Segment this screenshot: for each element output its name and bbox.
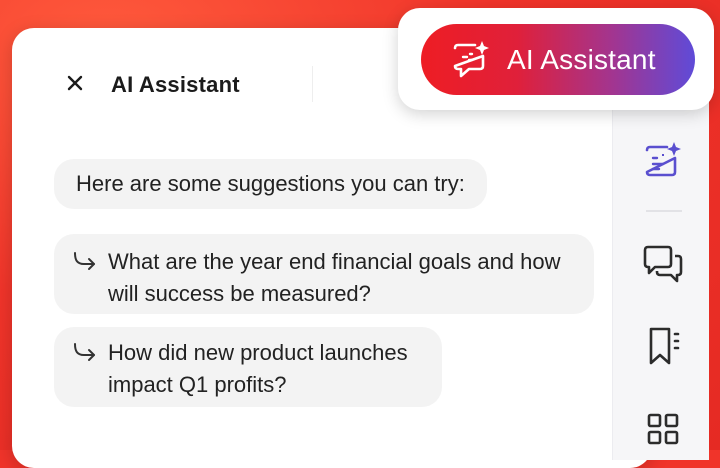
arrow-return-icon (72, 337, 108, 369)
rail-comments[interactable] (639, 240, 687, 288)
rail-ai-assistant[interactable] (639, 136, 687, 184)
suggestion-item[interactable]: What are the year end financial goals an… (54, 234, 594, 314)
assistant-message-text: Here are some suggestions you can try: (76, 171, 465, 196)
rail-divider (646, 210, 682, 212)
close-icon (67, 75, 83, 91)
rail-bookmarks[interactable] (639, 322, 687, 370)
thumbnails-grid-icon (647, 413, 679, 445)
comments-icon (643, 245, 683, 283)
suggestion-text: How did new product launches impact Q1 p… (108, 340, 408, 397)
panel-title: AI Assistant (111, 72, 240, 97)
ai-chat-sparkle-icon (447, 36, 495, 84)
rail-thumbnails[interactable] (639, 405, 687, 453)
ai-assistant-button-label: AI Assistant (507, 43, 656, 75)
close-button[interactable] (62, 70, 88, 96)
assistant-message: Here are some suggestions you can try: (54, 159, 487, 209)
ai-assistant-button[interactable]: AI Assistant (421, 24, 695, 95)
arrow-return-icon (72, 246, 108, 278)
suggestion-item[interactable]: How did new product launches impact Q1 p… (54, 327, 442, 407)
header-divider (312, 66, 313, 102)
bookmarks-icon (649, 327, 680, 365)
ai-document-sparkle-icon (645, 142, 681, 177)
suggestion-text: What are the year end financial goals an… (108, 249, 561, 306)
